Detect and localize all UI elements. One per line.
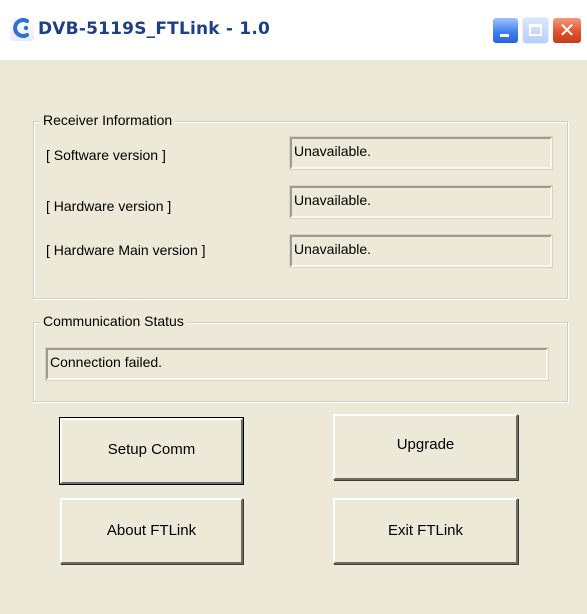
title-bar[interactable]: DVB-5119S_FTLink - 1.0 ✕ <box>0 0 587 60</box>
minimize-button[interactable] <box>492 17 519 44</box>
communication-status-field: Connection failed. <box>45 347 549 381</box>
upgrade-button[interactable]: Upgrade <box>333 414 518 480</box>
hardware-version-label: [ Hardware version ] <box>46 198 172 214</box>
hardware-main-version-field: Unavailable. <box>289 234 553 268</box>
maximize-button[interactable] <box>522 17 549 44</box>
hardware-main-version-label: [ Hardware Main version ] <box>46 242 206 258</box>
close-icon: ✕ <box>558 18 576 42</box>
close-button[interactable]: ✕ <box>552 17 582 44</box>
software-version-field: Unavailable. <box>289 136 553 170</box>
exit-ftlink-label: Exit FTLink <box>387 522 463 539</box>
about-ftlink-button[interactable]: About FTLink <box>60 498 243 564</box>
about-ftlink-label: About FTLink <box>106 522 197 539</box>
maximize-icon <box>529 24 542 36</box>
receiver-information-label: Receiver Information <box>40 112 176 128</box>
hardware-version-field: Unavailable. <box>289 185 553 219</box>
software-version-label: [ Software version ] <box>46 147 166 163</box>
exit-ftlink-button[interactable]: Exit FTLink <box>333 498 518 564</box>
setup-comm-button[interactable]: Setup Comm <box>59 417 244 485</box>
upgrade-label: Upgrade <box>396 436 455 453</box>
window-title: DVB-5119S_FTLink - 1.0 <box>38 19 271 39</box>
app-window: DVB-5119S_FTLink - 1.0 ✕ Receiver Inform… <box>0 0 587 614</box>
communication-status-label: Communication Status <box>40 313 187 329</box>
app-logo-icon <box>13 18 29 38</box>
minimize-icon <box>500 34 509 37</box>
app-icon <box>10 15 34 41</box>
setup-comm-label: Setup Comm <box>107 441 196 458</box>
